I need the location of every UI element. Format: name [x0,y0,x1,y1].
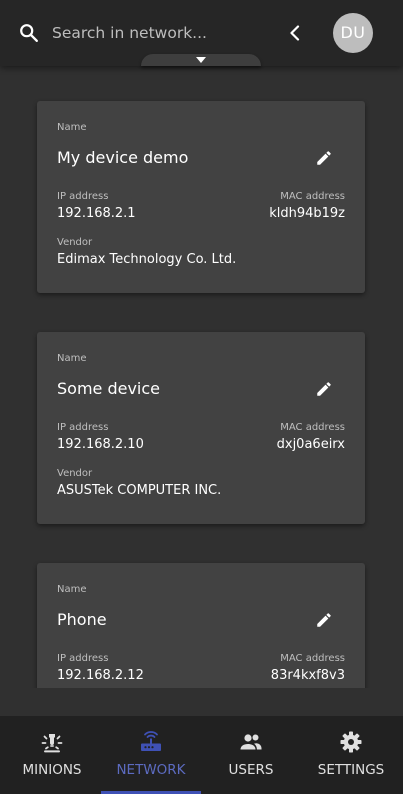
chevron-left-icon [290,25,300,41]
vendor-value: ASUSTek COMPUTER INC. [57,483,222,498]
ip-value: 192.168.2.1 [57,206,136,221]
mac-label: MAC address [280,191,345,202]
edit-button[interactable] [315,149,333,167]
caret-down-icon [196,57,206,63]
ip-value: 192.168.2.12 [57,668,144,683]
mac-label: MAC address [280,653,345,664]
top-bar: DU [0,0,403,66]
users-icon [239,730,263,754]
device-card: Name Phone IP address 192.168.2.12 MAC a… [37,563,365,688]
nav-label: NETWORK [116,762,186,778]
mac-label: MAC address [280,422,345,433]
device-list: Name My device demo IP address 192.168.2… [0,66,403,688]
edit-button[interactable] [315,611,333,629]
nav-item-network[interactable]: NETWORK [101,716,201,794]
name-label: Name [57,584,87,595]
search-input[interactable] [52,18,262,48]
mac-value: dxj0a6eirx [276,437,345,452]
edit-button[interactable] [315,380,333,398]
nav-item-minions[interactable]: MINIONS [2,716,102,794]
device-name: My device demo [57,148,189,167]
nav-label: MINIONS [22,762,82,778]
lightbulb-icon [40,730,64,754]
ip-label: IP address [57,191,109,202]
nav-label: USERS [228,762,274,778]
device-name: Some device [57,379,161,398]
search-icon[interactable] [18,22,40,44]
mac-value: kldh94b19z [269,206,345,221]
nav-item-users[interactable]: USERS [201,716,301,794]
pencil-icon [317,151,331,165]
vendor-label: Vendor [57,237,93,248]
nav-label: SETTINGS [317,762,385,778]
name-label: Name [57,353,87,364]
bottom-navigation: MINIONS NETWORK USERS SETTINGS [0,716,403,794]
device-card: Name Some device IP address 192.168.2.10… [37,332,365,524]
ip-label: IP address [57,422,109,433]
avatar[interactable]: DU [333,13,373,53]
ip-label: IP address [57,653,109,664]
pencil-icon [317,382,331,396]
vendor-value: Edimax Technology Co. Ltd. [57,252,237,267]
mac-value: 83r4kxf8v3 [270,668,345,683]
router-icon [139,730,163,754]
vendor-label: Vendor [57,468,93,479]
back-button[interactable] [280,18,310,48]
gear-icon [339,730,363,754]
ip-value: 192.168.2.10 [57,437,144,452]
device-card: Name My device demo IP address 192.168.2… [37,101,365,293]
device-name: Phone [57,610,107,629]
app: DU Name My device demo IP address 192.16… [0,0,403,794]
nav-item-settings[interactable]: SETTINGS [301,716,401,794]
pencil-icon [317,613,331,627]
name-label: Name [57,122,87,133]
expand-filters-tab[interactable] [141,54,261,66]
